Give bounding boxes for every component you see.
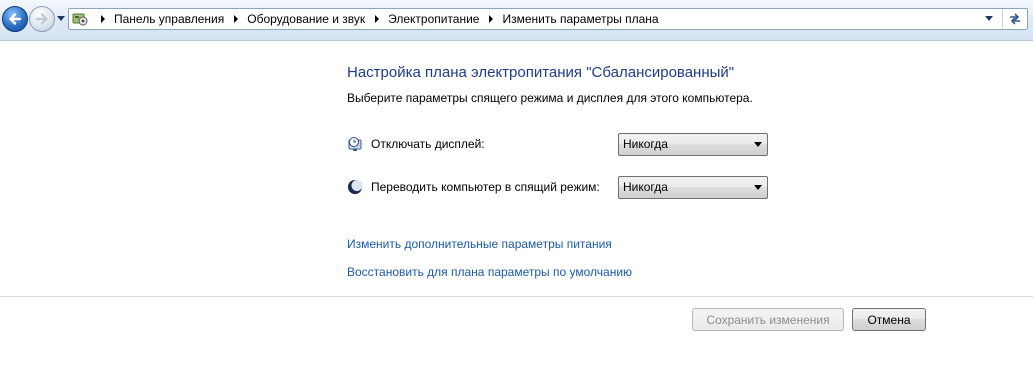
breadcrumb-edit-plan[interactable]: Изменить параметры плана xyxy=(502,12,658,26)
control-panel-icon xyxy=(72,13,88,26)
breadcrumb-control-panel[interactable]: Панель управления xyxy=(114,12,224,26)
forward-button[interactable] xyxy=(29,6,55,32)
moon-icon xyxy=(348,180,363,194)
display-off-label: Отключать дисплей: xyxy=(371,137,485,151)
sleep-value: Никогда xyxy=(623,180,668,194)
display-off-value: Никогда xyxy=(623,137,668,151)
breadcrumb-separator-icon[interactable] xyxy=(375,15,380,23)
chevron-down-icon xyxy=(754,142,762,147)
breadcrumb-separator-icon[interactable] xyxy=(489,15,494,23)
chevron-down-icon xyxy=(985,16,993,21)
breadcrumb: Панель управления Оборудование и звук Эл… xyxy=(91,9,659,29)
refresh-button[interactable] xyxy=(1002,9,1027,29)
chevron-down-icon xyxy=(754,185,762,190)
display-off-select[interactable]: Никогда xyxy=(618,133,768,156)
divider xyxy=(0,296,1033,297)
sleep-select[interactable]: Никогда xyxy=(618,176,768,199)
back-arrow-icon xyxy=(9,13,22,25)
back-button[interactable] xyxy=(2,6,28,32)
restore-defaults-link[interactable]: Восстановить для плана параметры по умол… xyxy=(347,265,632,279)
address-bar[interactable]: Панель управления Оборудование и звук Эл… xyxy=(68,8,1028,30)
breadcrumb-separator-icon[interactable] xyxy=(234,15,239,23)
advanced-settings-link[interactable]: Изменить дополнительные параметры питани… xyxy=(347,237,612,251)
breadcrumb-hardware-sound[interactable]: Оборудование и звук xyxy=(247,12,365,26)
navigation-bar: Панель управления Оборудование и звук Эл… xyxy=(0,0,1033,41)
refresh-icon xyxy=(1010,13,1020,25)
display-clock-icon xyxy=(348,137,362,151)
page-title: Настройка плана электропитания "Сбаланси… xyxy=(347,64,735,81)
save-changes-button[interactable]: Сохранить изменения xyxy=(692,308,844,331)
chevron-down-icon[interactable] xyxy=(57,16,65,22)
breadcrumb-power-options[interactable]: Электропитание xyxy=(388,12,479,26)
breadcrumb-separator-icon[interactable] xyxy=(101,15,105,23)
sleep-label: Переводить компьютер в спящий режим: xyxy=(371,180,600,194)
address-dropdown-button[interactable] xyxy=(981,9,997,29)
forward-arrow-icon xyxy=(35,13,48,25)
page-subtitle: Выберите параметры спящего режима и дисп… xyxy=(347,91,753,105)
cancel-button[interactable]: Отмена xyxy=(852,308,926,331)
